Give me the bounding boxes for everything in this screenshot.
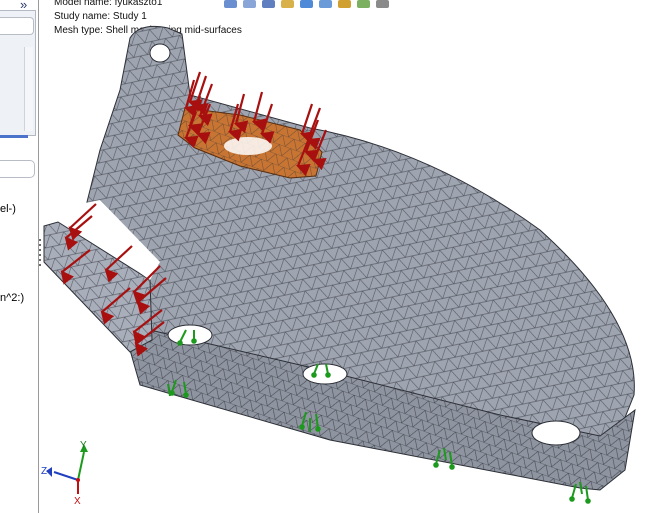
shell-mesh-part[interactable] [43,25,636,491]
mounting-hole [531,420,581,446]
triad-z-label: Z [41,466,47,477]
triad-x-label: X [74,496,81,507]
coordinate-triad: Y Z X [41,440,88,507]
mounting-hole [149,43,171,63]
mounting-hole [167,324,213,346]
mounting-hole [302,363,348,385]
graphics-viewport[interactable]: Y Z X [0,0,645,513]
triad-y-label: Y [80,440,87,451]
